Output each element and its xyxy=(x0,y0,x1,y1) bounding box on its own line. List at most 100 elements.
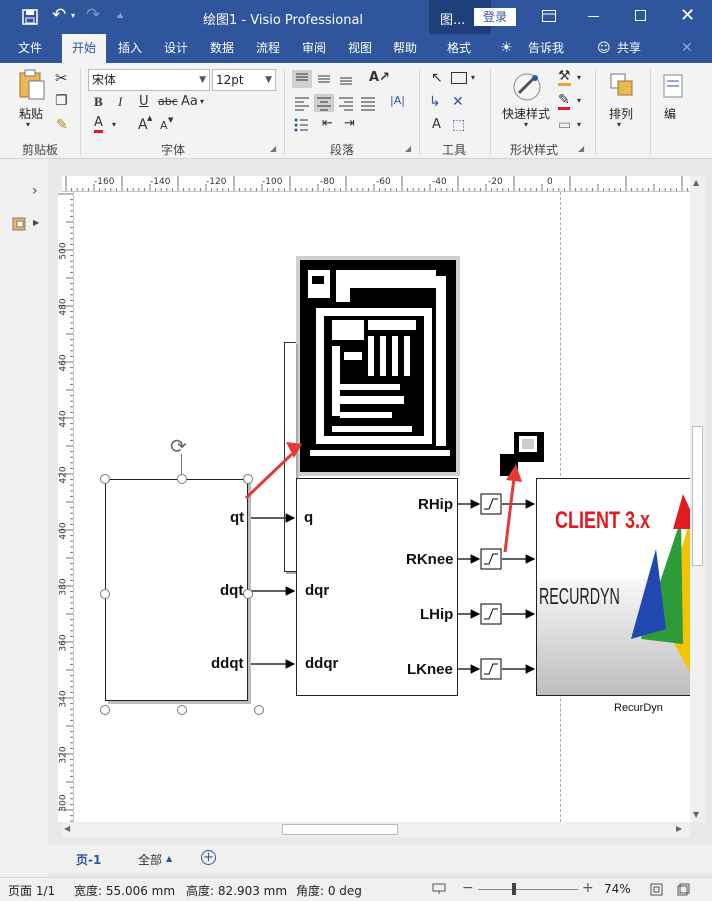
quick-styles-dropdown-icon[interactable]: ▾ xyxy=(524,120,528,129)
tab-help[interactable]: 帮助 xyxy=(387,34,423,63)
add-page-icon[interactable]: + xyxy=(201,850,216,865)
font-color-button[interactable]: A xyxy=(94,116,103,133)
save-icon[interactable] xyxy=(22,9,38,25)
arrange-icon[interactable] xyxy=(608,71,636,99)
copy-icon[interactable]: ❐ xyxy=(55,93,68,109)
ribbon-display-options-icon[interactable] xyxy=(542,10,556,22)
change-case-button[interactable]: Aa xyxy=(181,94,198,109)
quick-styles-icon[interactable] xyxy=(511,71,543,103)
share-user-icon[interactable]: ☺ xyxy=(597,41,611,56)
status-page[interactable]: 页面 1/1 xyxy=(8,882,55,899)
tab-format[interactable]: 格式 xyxy=(437,34,481,63)
justify-icon[interactable] xyxy=(358,94,378,112)
effects-dropdown-icon[interactable]: ▾ xyxy=(577,120,581,129)
zoom-in-button[interactable]: + xyxy=(582,880,594,896)
tab-process[interactable]: 流程 xyxy=(250,34,286,63)
vertical-text-icon[interactable]: |A| xyxy=(390,94,405,107)
text-tool-icon[interactable]: A xyxy=(432,117,441,132)
tab-home[interactable]: 开始 xyxy=(62,34,106,63)
font-dialog-launcher-icon[interactable]: ◢ xyxy=(270,144,276,153)
align-bottom-icon[interactable] xyxy=(336,70,356,88)
minimize-icon[interactable] xyxy=(588,16,599,17)
tell-me-icon[interactable]: ☀ xyxy=(500,40,513,56)
format-painter-icon[interactable]: ✎ xyxy=(56,117,68,133)
share-button[interactable]: 共享 xyxy=(614,34,644,63)
expand-shapes-icon[interactable]: › xyxy=(32,183,38,199)
zoom-slider[interactable] xyxy=(478,889,578,890)
connection-point-icon[interactable]: ✕ xyxy=(452,94,464,110)
tab-file[interactable]: 文件 xyxy=(10,34,50,63)
vertical-scroll-thumb[interactable] xyxy=(692,426,703,566)
undo-dropdown-icon[interactable]: ▾ xyxy=(71,11,75,20)
align-right-icon[interactable] xyxy=(336,94,356,112)
shape-tool-dropdown-icon[interactable]: ▾ xyxy=(471,73,475,82)
page-tab-1[interactable]: 页-1 xyxy=(76,851,101,868)
bold-button[interactable]: B xyxy=(94,94,103,110)
arrange-dropdown-icon[interactable]: ▾ xyxy=(617,120,621,129)
all-pages-button[interactable]: 全部 xyxy=(138,851,162,868)
cut-icon[interactable]: ✂ xyxy=(55,69,68,87)
line-color-icon[interactable]: ✎ xyxy=(558,93,570,110)
crop-tool-icon[interactable]: ⬚ xyxy=(452,117,465,133)
increase-indent-icon[interactable]: ⇥ xyxy=(344,116,355,131)
effects-icon[interactable]: ▭ xyxy=(558,117,571,133)
change-case-dropdown-icon[interactable]: ▾ xyxy=(200,97,204,106)
scroll-left-icon[interactable]: ◀ xyxy=(64,824,70,833)
edit-icon[interactable] xyxy=(662,73,684,99)
scroll-right-icon[interactable]: ▶ xyxy=(676,824,682,833)
vertical-ruler[interactable]: 500 480 460 440 420 400 380 360 340 320 … xyxy=(58,192,74,822)
tab-insert[interactable]: 插入 xyxy=(112,34,148,63)
align-left-icon[interactable] xyxy=(292,94,312,112)
font-name-combo[interactable]: 宋体 ▼ xyxy=(88,69,210,91)
bullets-icon[interactable] xyxy=(292,116,310,134)
horizontal-scroll-thumb[interactable] xyxy=(282,824,398,835)
plant-block[interactable]: CLIENT 3.x RECURDYN xyxy=(536,478,690,696)
tell-me-box[interactable]: 告诉我 xyxy=(524,34,568,63)
undo-icon[interactable]: ↶ xyxy=(52,5,66,25)
rectangle-tool-icon[interactable] xyxy=(451,72,467,84)
zoom-level[interactable]: 74% xyxy=(604,882,631,896)
edit-button[interactable]: 编 xyxy=(662,105,678,122)
shape-styles-dialog-launcher-icon[interactable]: ◢ xyxy=(578,144,584,153)
tab-review[interactable]: 审阅 xyxy=(296,34,332,63)
close-ribbon-icon[interactable]: ✕ xyxy=(681,40,693,56)
italic-button[interactable]: I xyxy=(118,94,122,110)
line-dropdown-icon[interactable]: ▾ xyxy=(577,96,581,105)
paste-button[interactable]: 粘贴 xyxy=(16,105,46,122)
fill-dropdown-icon[interactable]: ▾ xyxy=(577,73,581,82)
switch-windows-icon[interactable] xyxy=(677,883,690,896)
shapes-stencil-icon[interactable] xyxy=(12,216,30,232)
customize-qat-icon[interactable]: ⫨ xyxy=(117,8,123,22)
zoom-slider-thumb[interactable] xyxy=(512,883,516,895)
redo-icon[interactable]: ↷ xyxy=(86,5,100,25)
presentation-mode-icon[interactable] xyxy=(432,883,446,895)
stencil-dropdown-icon[interactable]: ▶ xyxy=(33,218,39,227)
login-button[interactable]: 登录 xyxy=(474,8,516,26)
paste-icon[interactable] xyxy=(18,69,46,101)
align-middle-icon[interactable] xyxy=(314,70,334,88)
scroll-up-icon[interactable]: ▲ xyxy=(693,178,699,187)
fill-icon[interactable]: ⚒ xyxy=(558,69,571,86)
text-direction-icon[interactable]: A↗ xyxy=(369,70,390,85)
decrease-indent-icon[interactable]: ⇤ xyxy=(322,116,333,131)
scroll-down-icon[interactable]: ▼ xyxy=(693,810,699,819)
fit-page-icon[interactable] xyxy=(650,883,663,896)
paragraph-dialog-launcher-icon[interactable]: ◢ xyxy=(405,144,411,153)
horizontal-scrollbar[interactable]: ◀ ▶ xyxy=(62,822,690,837)
pointer-tool-icon[interactable]: ↖ xyxy=(431,70,443,86)
tab-view[interactable]: 视图 xyxy=(342,34,378,63)
close-icon[interactable]: ✕ xyxy=(680,5,695,26)
underline-button[interactable]: U xyxy=(139,94,149,109)
font-color-dropdown-icon[interactable]: ▾ xyxy=(112,120,116,129)
all-pages-dropdown-icon[interactable]: ▲ xyxy=(166,854,172,863)
strikethrough-button[interactable]: abc xyxy=(158,95,178,108)
align-top-icon[interactable] xyxy=(292,70,312,88)
paste-dropdown-icon[interactable]: ▾ xyxy=(26,120,30,129)
vertical-scrollbar[interactable]: ▲ ▼ xyxy=(690,176,705,822)
font-size-combo[interactable]: 12pt ▼ xyxy=(212,69,276,91)
horizontal-ruler[interactable]: -160 -140 -120 -100 -80 -60 -40 -20 0 xyxy=(62,176,690,192)
drawing-canvas[interactable]: ⟳ qt dqt ddqt q dqr ddqr RHip RKnee LHip… xyxy=(74,192,690,822)
shrink-font-button[interactable]: A xyxy=(160,119,168,132)
zoom-out-button[interactable]: − xyxy=(462,880,474,896)
connector-tool-icon[interactable]: ↳ xyxy=(429,94,441,110)
